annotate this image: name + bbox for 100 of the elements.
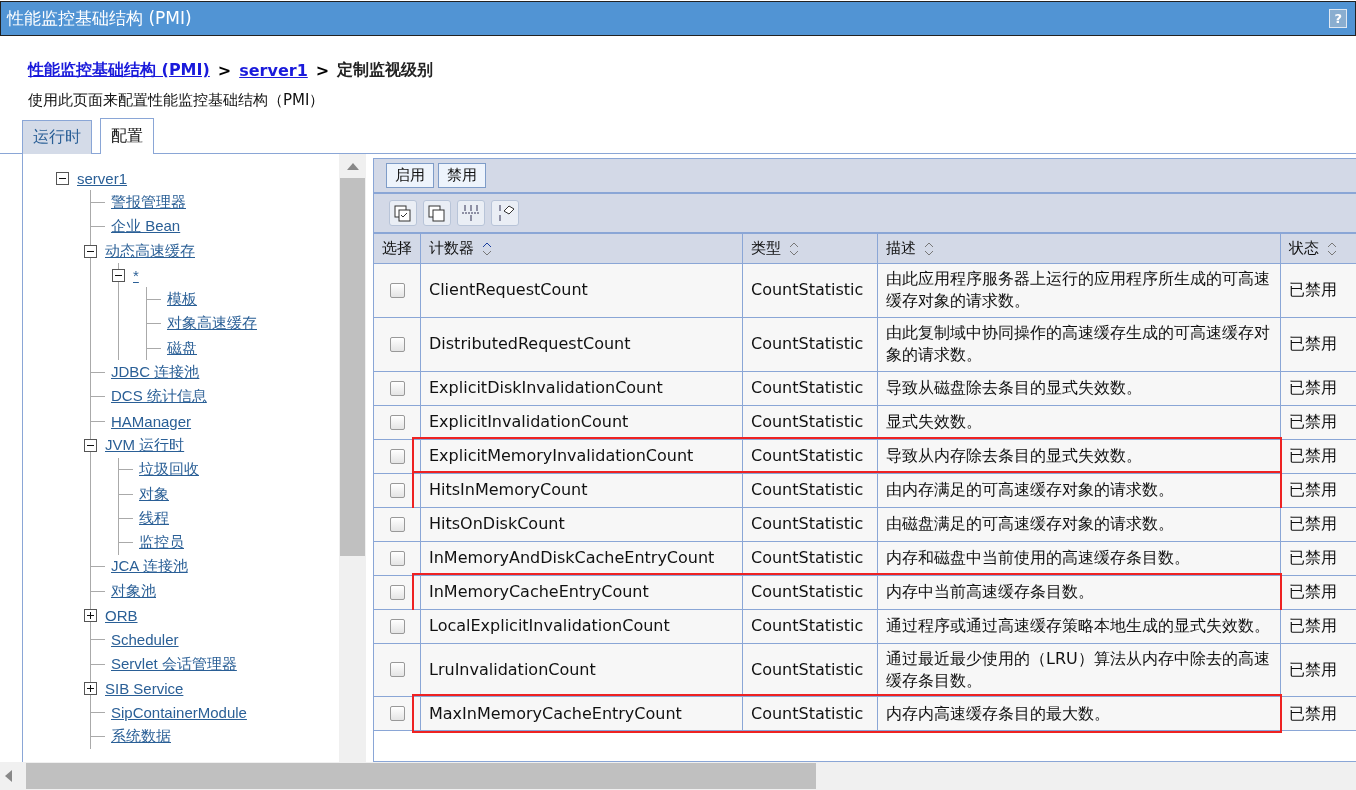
- table-cell: 已禁用: [1280, 507, 1356, 541]
- tree-link[interactable]: Scheduler: [111, 631, 179, 649]
- checkbox[interactable]: [389, 550, 405, 566]
- table-cell: CountStatistic: [742, 541, 877, 575]
- column-header[interactable]: 状态: [1280, 234, 1356, 263]
- breadcrumb-separator: >: [315, 61, 330, 80]
- page-description: 使用此页面来配置性能监控基础结构（PMI）: [27, 90, 326, 110]
- checkbox[interactable]: [389, 380, 405, 396]
- checkbox[interactable]: [389, 516, 405, 532]
- checkbox[interactable]: [389, 282, 405, 298]
- tree-link[interactable]: 系统数据: [111, 727, 171, 747]
- checkbox[interactable]: [389, 584, 405, 600]
- table-cell: 通过最近最少使用的（LRU）算法从内存中除去的高速缓存条目数。: [877, 643, 1280, 697]
- tree-link[interactable]: SIB Service: [105, 679, 184, 697]
- tree-link[interactable]: 企业 Bean: [111, 217, 181, 237]
- tree-link[interactable]: 模板: [167, 290, 197, 310]
- table-cell: 由内存满足的可高速缓存对象的请求数。: [877, 473, 1280, 507]
- table-cell: 内存内高速缓存条目的最大数。: [877, 697, 1280, 731]
- tree-link[interactable]: JVM 运行时: [105, 435, 185, 455]
- table-cell: 由此应用程序服务器上运行的应用程序所生成的可高速缓存对象的请求数。: [877, 264, 1280, 317]
- table-cell: 已禁用: [1280, 643, 1356, 697]
- tree-link[interactable]: Servlet 会话管理器: [111, 654, 237, 674]
- column-header[interactable]: 类型: [742, 234, 877, 263]
- tab[interactable]: 运行时: [22, 120, 92, 154]
- sort-icon[interactable]: [924, 241, 934, 256]
- table-cell: 已禁用: [1280, 575, 1356, 609]
- table-cell: 通过程序或通过高速缓存策略本地生成的显式失效数。: [877, 609, 1280, 643]
- tree-link[interactable]: JDBC 连接池: [111, 363, 200, 382]
- table-cell: ExplicitDiskInvalidationCount: [420, 371, 742, 405]
- table-cell: CountStatistic: [742, 317, 877, 371]
- scroll-left-icon[interactable]: [4, 770, 12, 782]
- tree-link[interactable]: DCS 统计信息: [111, 387, 207, 407]
- table-cell: CountStatistic: [742, 439, 877, 473]
- action-button[interactable]: 禁用: [438, 163, 486, 188]
- breadcrumb-link[interactable]: 性能监控基础结构 (PMI): [28, 60, 210, 81]
- table-cell: CountStatistic: [742, 643, 877, 697]
- column-header[interactable]: 计数器: [420, 234, 742, 263]
- table-cell: HitsInMemoryCount: [420, 473, 742, 507]
- table-cell: 由此复制域中协同操作的高速缓存生成的可高速缓存对象的请求数。: [877, 317, 1280, 371]
- tree-link[interactable]: 线程: [139, 508, 169, 528]
- sort-icon[interactable]: [482, 241, 492, 256]
- tree-link[interactable]: 对象高速缓存: [167, 314, 257, 334]
- table-cell: CountStatistic: [742, 473, 877, 507]
- collapse-icon[interactable]: [84, 244, 97, 258]
- scroll-up-icon[interactable]: [346, 162, 359, 170]
- tree-link[interactable]: 对象池: [111, 581, 156, 601]
- breadcrumb-link[interactable]: server1: [239, 61, 308, 80]
- tab[interactable]: 配置: [100, 118, 154, 154]
- table-cell: HitsOnDiskCount: [420, 507, 742, 541]
- table-cell: 内存和磁盘中当前使用的高速缓存条目数。: [877, 541, 1280, 575]
- checkbox[interactable]: [389, 618, 405, 634]
- tree-link[interactable]: HAManager: [111, 412, 192, 430]
- expand-icon[interactable]: [84, 609, 97, 622]
- select-all-icon[interactable]: [389, 200, 417, 226]
- table-cell: DistributedRequestCount: [420, 317, 742, 371]
- checkbox[interactable]: [389, 414, 405, 430]
- tree-link[interactable]: 垃圾回收: [139, 460, 199, 480]
- table-cell: InMemoryCacheEntryCount: [420, 575, 742, 609]
- checkbox[interactable]: [389, 482, 405, 498]
- sort-icon[interactable]: [1327, 241, 1337, 256]
- checkbox[interactable]: [389, 706, 405, 722]
- tree-link[interactable]: server1: [77, 169, 128, 187]
- table-cell: CountStatistic: [742, 697, 877, 731]
- scrollbar[interactable]: [0, 762, 1356, 790]
- table-cell: 已禁用: [1280, 541, 1356, 575]
- tree-link[interactable]: SipContainerModule: [111, 704, 247, 722]
- window-title: 性能监控基础结构 (PMI): [7, 7, 192, 30]
- table-cell: CountStatistic: [742, 371, 877, 405]
- table-cell: 内存中当前高速缓存条目数。: [877, 575, 1280, 609]
- tree-link[interactable]: 动态高速缓存: [105, 241, 195, 261]
- table-cell: 导致从内存除去条目的显式失效数。: [877, 439, 1280, 473]
- eraser-icon[interactable]: [491, 200, 519, 226]
- tree-link[interactable]: *: [133, 266, 139, 284]
- table-cell: 已禁用: [1280, 439, 1356, 473]
- checkbox[interactable]: [389, 336, 405, 352]
- deselect-all-icon[interactable]: [423, 200, 451, 226]
- table-cell: LocalExplicitInvalidationCount: [420, 609, 742, 643]
- tree-link[interactable]: 对象: [139, 484, 169, 504]
- collapse-icon[interactable]: [84, 438, 97, 452]
- checkbox[interactable]: [389, 662, 405, 678]
- action-button[interactable]: 启用: [386, 163, 434, 188]
- tree-link[interactable]: 警报管理器: [111, 192, 186, 212]
- tree-link[interactable]: ORB: [105, 607, 138, 624]
- collapse-icon[interactable]: [56, 171, 69, 185]
- table-cell: CountStatistic: [742, 264, 877, 317]
- collapse-icon[interactable]: [112, 268, 125, 282]
- tree-link[interactable]: 磁盘: [167, 338, 197, 358]
- sort-icon[interactable]: [789, 241, 799, 256]
- table-cell: 已禁用: [1280, 473, 1356, 507]
- tree-link[interactable]: JCA 连接池: [111, 557, 188, 577]
- scrollbar[interactable]: [339, 154, 366, 762]
- tree-link[interactable]: 监控员: [139, 533, 184, 553]
- table-cell: ClientRequestCount: [420, 264, 742, 317]
- table-cell: MaxInMemoryCacheEntryCount: [420, 697, 742, 731]
- checkbox[interactable]: [389, 448, 405, 464]
- table-cell: LruInvalidationCount: [420, 643, 742, 697]
- column-header[interactable]: 描述: [877, 234, 1280, 263]
- expand-icon[interactable]: [84, 681, 97, 695]
- expand-rows-icon[interactable]: [457, 200, 485, 226]
- table-cell: 已禁用: [1280, 317, 1356, 371]
